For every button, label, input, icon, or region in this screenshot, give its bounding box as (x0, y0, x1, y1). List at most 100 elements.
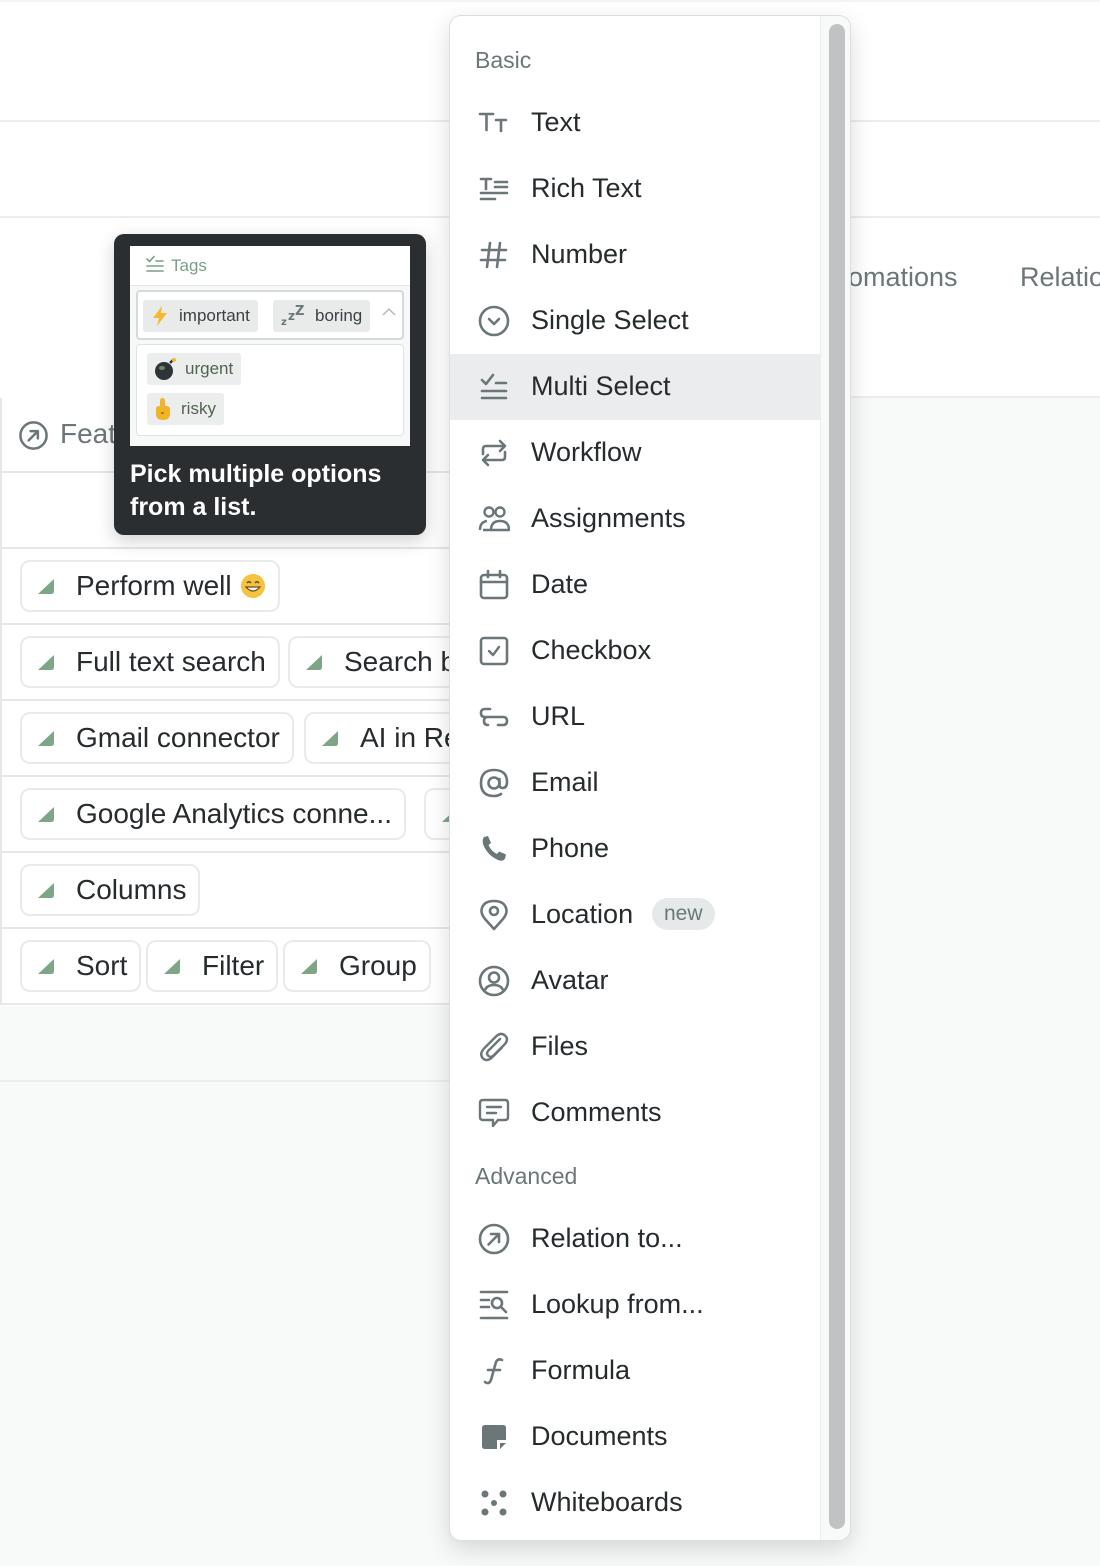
menu-item-label: Documents (531, 1421, 668, 1451)
menu-item-label: Phone (531, 833, 610, 863)
preview-option: urgent (147, 353, 242, 385)
menu-item-multi-select[interactable]: Multi Select (450, 354, 820, 420)
relation-chip[interactable]: Perform well (20, 560, 280, 612)
scrollbar-thumb[interactable] (829, 24, 845, 1529)
rich-text-icon (479, 177, 509, 201)
relation-chip[interactable]: Columns (20, 864, 201, 916)
menu-item-relation[interactable]: Relation to... (450, 1206, 820, 1272)
triangle-icon (38, 883, 54, 898)
relation-chip[interactable]: Full text search (20, 636, 280, 688)
field-type-tooltip: Tags important zzZ boring urgent risky P (114, 234, 426, 535)
menu-item-label: Workflow (531, 437, 642, 467)
preview-option: risky (147, 393, 224, 425)
divider (0, 1080, 450, 1082)
relation-chip[interactable]: Filter (146, 940, 279, 992)
menu-item-formula[interactable]: Formula (450, 1338, 820, 1404)
relation-chip[interactable] (424, 788, 450, 840)
menu-item-label: Number (531, 239, 628, 269)
triangle-icon (38, 579, 54, 594)
chip-label: Group (339, 950, 417, 981)
menu-item-documents[interactable]: Documents (450, 1404, 820, 1470)
menu-item-date[interactable]: Date (450, 552, 820, 618)
table-row[interactable]: Gmail connector AI in Re (0, 701, 450, 777)
preview-tag-label: boring (315, 306, 363, 325)
menu-item-label: Comments (531, 1097, 662, 1127)
link-icon (479, 707, 509, 727)
calendar-icon (479, 569, 509, 600)
triangle-icon (164, 959, 180, 974)
triangle-icon (306, 655, 322, 670)
menu-item-label: Location (531, 899, 634, 929)
table-row[interactable]: Sort Filter Group (0, 929, 450, 1005)
multi-select-icon (480, 373, 508, 400)
menu-item-label: Files (531, 1031, 589, 1061)
menu-item-label: Date (531, 569, 589, 599)
tab-relations[interactable]: Relatio (1020, 262, 1100, 293)
crossed-fingers-emoji-icon (156, 398, 170, 420)
table-row[interactable]: Columns (0, 853, 450, 929)
menu-item-lookup[interactable]: Lookup from... (450, 1272, 820, 1338)
triangle-icon (38, 731, 54, 746)
location-pin-icon (480, 899, 508, 931)
divider (0, 0, 1100, 2)
menu-item-files[interactable]: Files (450, 1014, 820, 1080)
tooltip-caption: Pick multiple options from a list. (130, 460, 382, 521)
new-badge: new (652, 898, 715, 930)
table-row[interactable]: Google Analytics conne... (0, 777, 450, 853)
workflow-icon (481, 439, 507, 467)
chip-label: Filter (202, 950, 265, 981)
lookup-icon (479, 1290, 509, 1320)
menu-item-assignments[interactable]: Assignments (450, 486, 820, 552)
section-title-basic: Basic (475, 47, 532, 73)
relation-chip[interactable]: Sort (20, 940, 142, 992)
preview-select-box: important zzZ boring (136, 290, 404, 340)
svg-text:z: z (288, 309, 295, 323)
relation-chip[interactable]: Google Analytics conne... (20, 788, 406, 840)
relation-arrow-icon (19, 421, 48, 450)
preview-field-header: Tags (130, 246, 410, 286)
relation-chip[interactable]: Group (283, 940, 431, 992)
menu-item-workflow[interactable]: Workflow (450, 420, 820, 486)
preview-tag: important (143, 300, 258, 332)
table-row[interactable]: Perform well (0, 549, 450, 625)
triangle-icon (38, 655, 54, 670)
phone-icon (482, 836, 506, 861)
chip-label: Gmail connector (76, 722, 280, 753)
triangle-icon (322, 731, 338, 746)
menu-item-email[interactable]: Email (450, 750, 820, 816)
triangle-icon (38, 959, 54, 974)
chip-label: Columns (76, 874, 187, 905)
triangle-icon (301, 959, 317, 974)
menu-item-location[interactable]: Location new (450, 882, 820, 948)
table-row[interactable]: Full text search Search b (0, 625, 450, 701)
preview-option-label: risky (181, 399, 216, 418)
menu-item-avatar[interactable]: Avatar (450, 948, 820, 1014)
at-icon (479, 768, 509, 798)
menu-item-url[interactable]: URL (450, 684, 820, 750)
menu-item-label: Single Select (531, 305, 689, 335)
menu-item-checkbox[interactable]: Checkbox (450, 618, 820, 684)
menu-item-label: Formula (531, 1355, 631, 1385)
menu-item-rich-text[interactable]: Rich Text (450, 156, 820, 222)
menu-item-label: URL (531, 701, 586, 731)
menu-item-label: Assignments (531, 503, 686, 533)
menu-item-whiteboards[interactable]: Whiteboards (450, 1470, 820, 1536)
menu-item-number[interactable]: Number (450, 222, 820, 288)
relation-chip[interactable]: AI in Re (304, 712, 450, 764)
relation-chip[interactable]: Search b (288, 636, 450, 688)
menu-item-single-select[interactable]: Single Select (450, 288, 820, 354)
relation-chip[interactable]: Gmail connector (20, 712, 294, 764)
chevron-up-icon (382, 307, 396, 316)
menu-item-text[interactable]: Text (450, 90, 820, 156)
menu-item-phone[interactable]: Phone (450, 816, 820, 882)
tab-automations[interactable]: omations (848, 262, 958, 293)
triangle-icon (38, 807, 54, 822)
menu-item-comments[interactable]: Comments (450, 1080, 820, 1146)
menu-item-label: Avatar (531, 965, 609, 995)
multi-select-icon (146, 255, 164, 272)
formula-icon (483, 1358, 504, 1385)
paperclip-icon (480, 1032, 509, 1062)
comment-icon (478, 1098, 510, 1128)
chip-label: Google Analytics conne... (76, 798, 392, 829)
whiteboard-icon (481, 1490, 507, 1516)
